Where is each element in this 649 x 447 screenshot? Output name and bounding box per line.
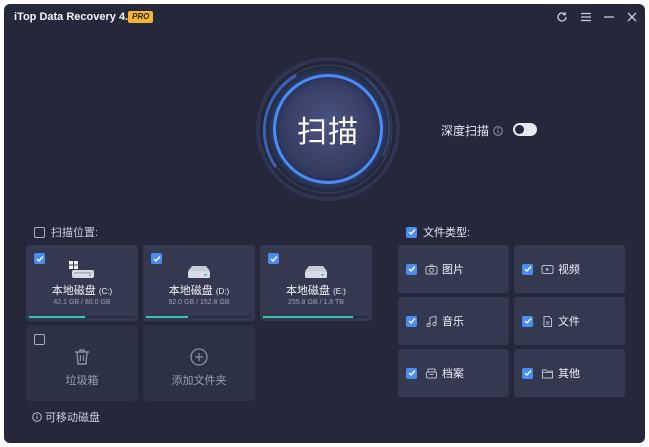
drive-usage-fill	[263, 316, 354, 318]
folder-icon	[541, 367, 554, 380]
type-label: 图片	[442, 264, 464, 276]
plus-circle-icon	[190, 348, 208, 366]
menu-button[interactable]	[578, 9, 594, 25]
refresh-icon	[557, 12, 567, 22]
minimize-button[interactable]	[601, 9, 617, 25]
close-button[interactable]	[624, 9, 640, 25]
camera-icon	[425, 263, 438, 276]
recycle-bin-label: 垃圾箱	[65, 375, 99, 387]
title-bar: iTop Data Recovery 4.4 PRO	[4, 4, 645, 30]
type-checkbox[interactable]	[406, 315, 417, 327]
file-type-images[interactable]: 图片	[398, 245, 509, 293]
add-folder-card[interactable]: 添加文件夹	[143, 325, 255, 401]
type-label: 档案	[442, 368, 464, 380]
type-label: 其他	[558, 368, 580, 380]
windows-drive-icon	[69, 261, 94, 278]
drive-checkbox[interactable]	[151, 253, 162, 264]
drive-card-e[interactable]: 本地磁盘 (E:) 255.8 GB / 1.8 TB	[260, 245, 372, 321]
type-label: 音乐	[442, 316, 464, 328]
type-checkbox[interactable]	[522, 263, 533, 275]
file-type-other[interactable]: 其他	[514, 349, 625, 397]
video-icon	[541, 263, 554, 276]
app-window: iTop Data Recovery 4.4 PRO 扫描 深度扫描 扫描位置:…	[4, 4, 645, 443]
drive-name: 本地磁盘 (C:)	[51, 285, 113, 297]
recycle-bin-card[interactable]: 垃圾箱	[26, 325, 138, 401]
type-label: 视频	[558, 264, 580, 276]
add-folder-label: 添加文件夹	[171, 375, 227, 387]
drive-usage-bar	[146, 316, 252, 318]
scan-area: 扫描	[255, 56, 401, 202]
drive-checkbox[interactable]	[34, 253, 45, 264]
file-type-music[interactable]: 音乐	[398, 297, 509, 345]
file-type-label: 文件类型:	[423, 227, 471, 239]
drive-icon	[188, 266, 210, 278]
file-type-archives[interactable]: 档案	[398, 349, 509, 397]
type-checkbox[interactable]	[522, 367, 533, 379]
recycle-bin-checkbox[interactable]	[34, 334, 45, 345]
drive-usage-fill	[146, 316, 189, 318]
file-type-documents[interactable]: 文件	[514, 297, 625, 345]
minimize-icon	[604, 16, 614, 18]
type-checkbox[interactable]	[406, 263, 417, 275]
scan-button-label: 扫描	[297, 115, 359, 150]
drive-card-d[interactable]: 本地磁盘 (D:) 92.0 GB / 152.8 GB	[143, 245, 255, 321]
type-label: 文件	[558, 316, 580, 328]
drive-card-c[interactable]: 本地磁盘 (C:) 42.1 GB / 80.0 GB	[26, 245, 138, 321]
type-checkbox[interactable]	[406, 367, 417, 379]
deep-scan-label: 深度扫描	[441, 124, 490, 138]
menu-icon	[581, 12, 591, 22]
toggle-knob	[515, 125, 524, 134]
file-type-header[interactable]: 文件类型:	[406, 224, 470, 240]
document-icon	[541, 315, 554, 328]
drive-icon	[305, 266, 327, 278]
drive-usage-bar	[263, 316, 369, 318]
drive-size: 255.8 GB / 1.8 TB	[288, 299, 344, 306]
drive-name: 本地磁盘 (E:)	[286, 285, 346, 297]
scan-button[interactable]: 扫描	[273, 74, 383, 184]
removable-disk-link[interactable]: 可移动磁盘	[32, 409, 100, 425]
drive-size: 42.1 GB / 80.0 GB	[53, 299, 111, 306]
archive-icon	[425, 367, 438, 380]
file-type-checkbox[interactable]	[406, 226, 417, 238]
drive-name: 本地磁盘 (D:)	[168, 285, 230, 297]
scan-location-header[interactable]: 扫描位置:	[34, 224, 98, 240]
drive-checkbox[interactable]	[268, 253, 279, 264]
file-type-videos[interactable]: 视频	[514, 245, 625, 293]
deep-scan-toggle[interactable]	[513, 123, 537, 136]
info-icon[interactable]	[493, 125, 503, 136]
pro-badge: PRO	[128, 11, 154, 23]
refresh-button[interactable]	[554, 9, 570, 25]
trash-icon	[75, 349, 89, 365]
drive-usage-fill	[29, 316, 86, 318]
scan-location-label: 扫描位置:	[51, 227, 99, 239]
app-title: iTop Data Recovery 4.4	[14, 11, 135, 23]
drive-size: 92.0 GB / 152.8 GB	[168, 299, 230, 306]
close-icon	[627, 12, 637, 22]
deep-scan-option: 深度扫描	[441, 122, 503, 139]
scan-location-checkbox[interactable]	[34, 226, 45, 238]
info-icon	[32, 412, 42, 422]
drive-usage-bar	[29, 316, 135, 318]
removable-disk-label: 可移动磁盘	[45, 412, 100, 424]
music-icon	[425, 315, 438, 328]
type-checkbox[interactable]	[522, 315, 533, 327]
